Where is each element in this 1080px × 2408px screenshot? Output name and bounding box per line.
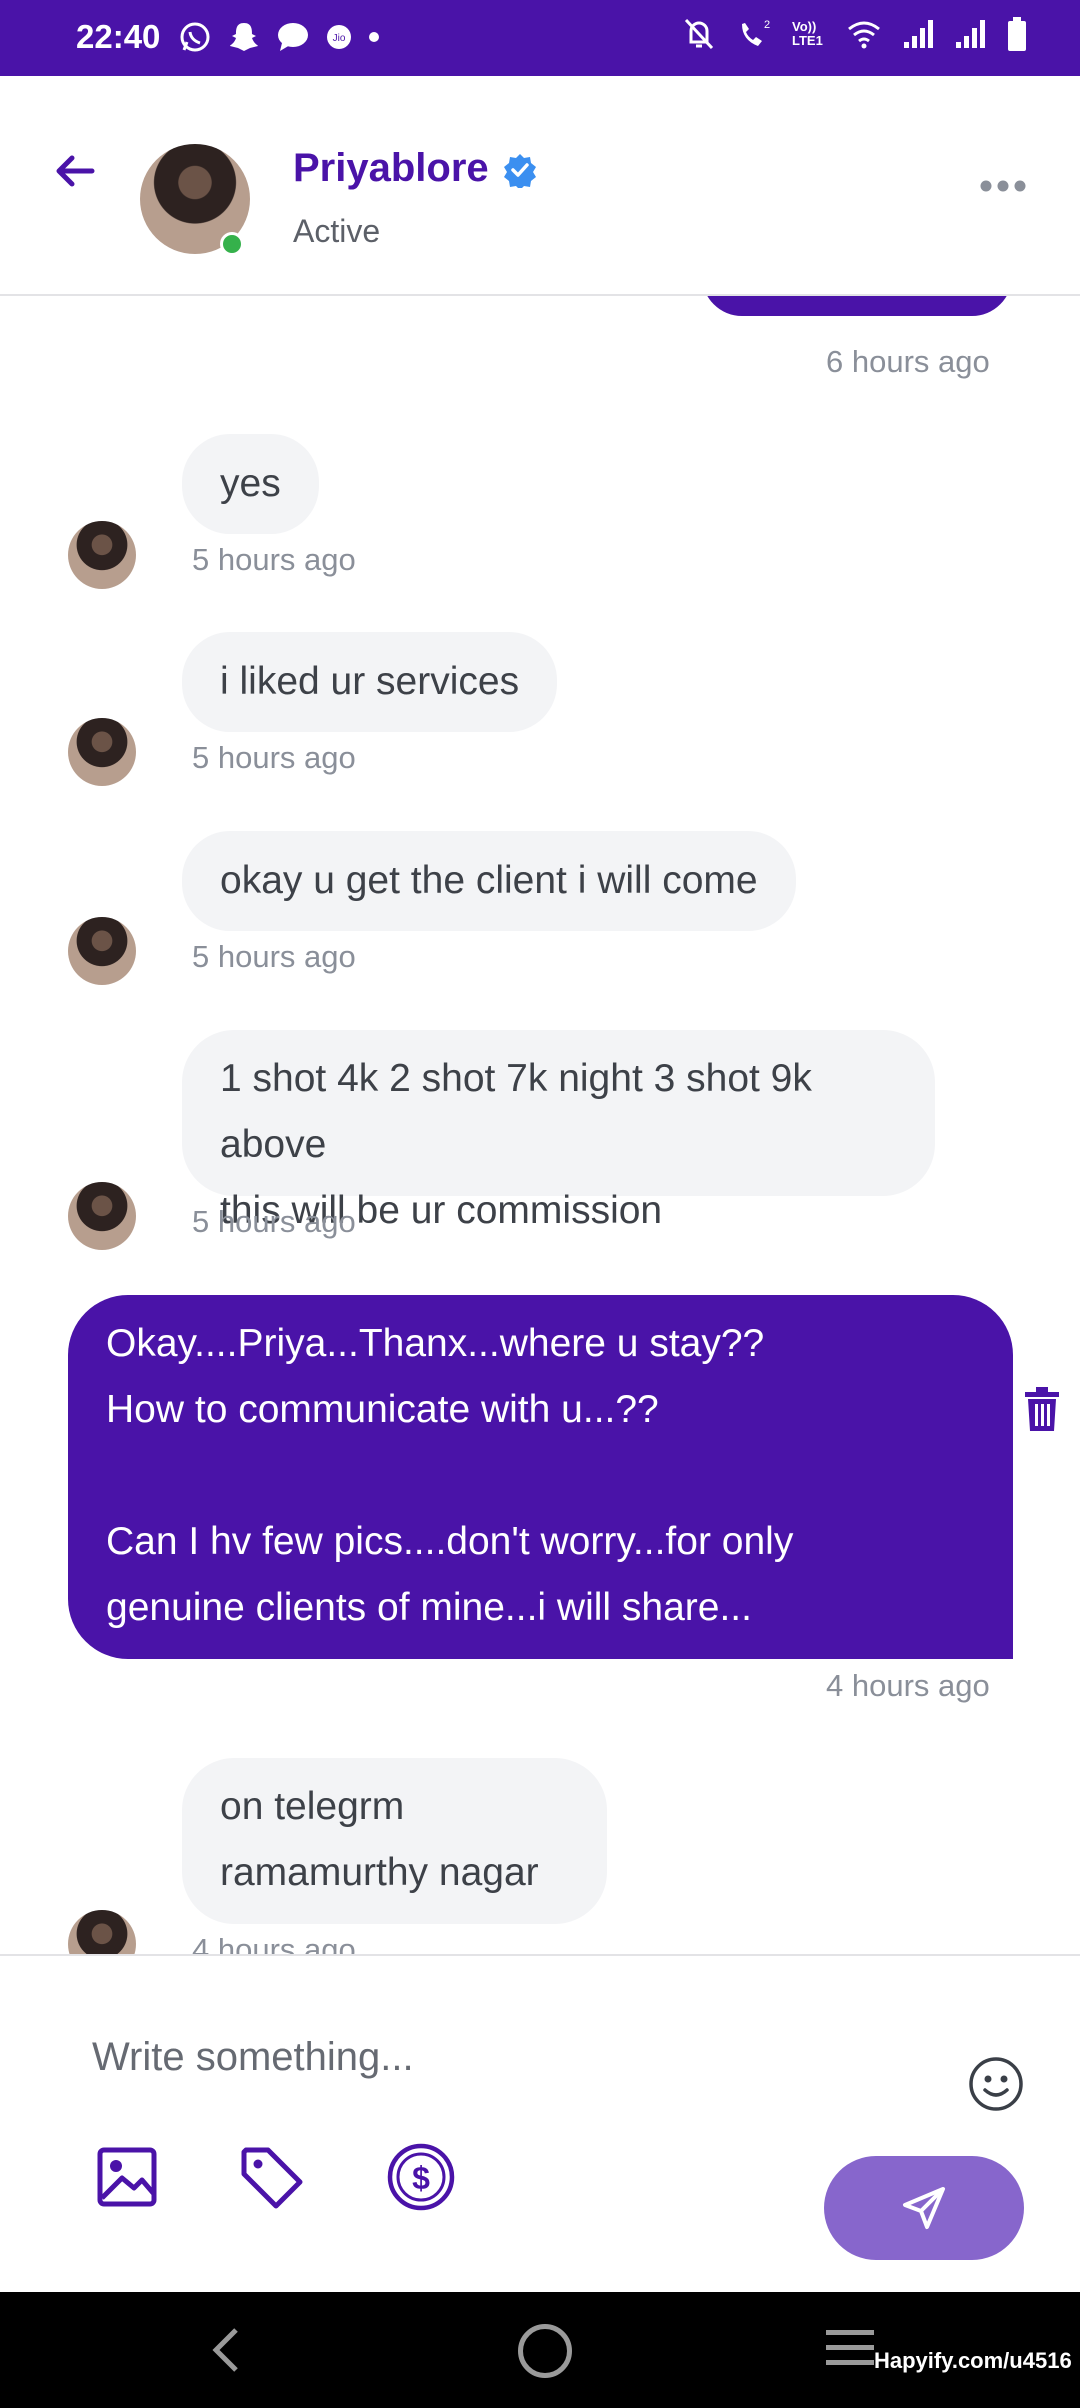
- nav-recents-icon[interactable]: [826, 2326, 876, 2370]
- nav-back-icon[interactable]: [206, 2326, 246, 2374]
- message-bubble-incoming[interactable]: yes: [182, 434, 319, 534]
- battery-icon: [1008, 17, 1026, 51]
- message-timestamp: 5 hours ago: [192, 1204, 356, 1239]
- jio-icon: Jio: [327, 25, 351, 49]
- nav-home-icon[interactable]: [518, 2324, 572, 2378]
- message-bubble-incoming[interactable]: okay u get the client i will come: [182, 831, 796, 931]
- message-list[interactable]: 6 hours ago yes 5 hours ago i liked ur s…: [0, 296, 1080, 1954]
- message-line: 1 shot 4k 2 shot 7k night 3 shot 9k abov…: [220, 1057, 812, 1166]
- back-arrow-icon[interactable]: [50, 146, 100, 196]
- image-icon[interactable]: [92, 2142, 162, 2212]
- status-time: 22:40: [76, 18, 161, 55]
- sender-avatar: [68, 521, 136, 589]
- signal-icon-1: [904, 20, 933, 48]
- message-line: Can I hv few pics....don't worry...for o…: [106, 1520, 794, 1563]
- volte-label: Vo)) LTE1: [792, 19, 823, 48]
- message-composer: $: [0, 1954, 1080, 2294]
- message-timestamp: 6 hours ago: [826, 344, 990, 379]
- mute-bell-icon: [684, 18, 714, 50]
- message-timestamp: 5 hours ago: [192, 740, 356, 775]
- send-button[interactable]: [824, 2156, 1024, 2260]
- tag-icon[interactable]: [236, 2142, 306, 2212]
- dollar-icon[interactable]: $: [386, 2142, 456, 2212]
- notification-icons: Jio: [178, 20, 380, 54]
- sender-avatar: [68, 917, 136, 985]
- message-bubble-incoming[interactable]: 1 shot 4k 2 shot 7k night 3 shot 9k abov…: [182, 1030, 935, 1232]
- message-bubble-outgoing[interactable]: [702, 296, 1012, 316]
- wifi-icon: [848, 21, 880, 49]
- watermark-text: Hapyify.com/u4516: [874, 2348, 1072, 2373]
- message-line: ramamurthy nagar: [220, 1851, 539, 1894]
- sender-avatar: [68, 1182, 136, 1250]
- chat-header: Priyablore Active: [0, 76, 1080, 296]
- message-bubble-outgoing[interactable]: Okay....Priya...Thanx...where u stay?? H…: [68, 1295, 1013, 1659]
- message-line: How to communicate with u...??: [106, 1388, 659, 1431]
- message-line: on telegrm: [220, 1785, 405, 1828]
- svg-text:2: 2: [764, 19, 770, 31]
- message-timestamp: 4 hours ago: [192, 1932, 356, 1954]
- message-line: Okay....Priya...Thanx...where u stay??: [106, 1322, 765, 1365]
- emoji-icon[interactable]: [968, 2056, 1024, 2112]
- signal-icon-2: [956, 20, 985, 48]
- message-bubble-incoming[interactable]: i liked ur services: [182, 632, 558, 732]
- sender-avatar: [68, 718, 136, 786]
- more-options-icon[interactable]: [978, 174, 1028, 198]
- contact-name[interactable]: Priyablore: [293, 146, 489, 191]
- whatsapp-icon: [180, 22, 210, 52]
- message-timestamp: 5 hours ago: [192, 542, 356, 577]
- message-icon: [278, 23, 308, 51]
- svg-text:$: $: [412, 2160, 430, 2196]
- snapchat-icon: [230, 23, 258, 51]
- trash-icon[interactable]: [1022, 1386, 1062, 1432]
- message-bubble-incoming[interactable]: on telegrm ramamurthy nagar: [182, 1758, 607, 1924]
- message-input[interactable]: [90, 2026, 914, 2088]
- system-icons: 2 Vo)) LTE1: [682, 16, 1028, 52]
- message-timestamp: 5 hours ago: [192, 939, 356, 974]
- message-timestamp: 4 hours ago: [826, 1668, 990, 1703]
- contact-status: Active: [293, 213, 381, 249]
- wifi-call-icon: 2: [742, 19, 770, 46]
- system-nav-bar: Hapyify.com/u4516: [0, 2292, 1080, 2408]
- status-bar: 22:40 Jio 2 Vo)) LTE1: [0, 0, 1080, 76]
- message-line: genuine clients of mine...i will share..…: [106, 1586, 752, 1629]
- message-line: [106, 1443, 975, 1509]
- dot-icon: [369, 32, 379, 42]
- send-icon: [903, 2187, 945, 2229]
- online-indicator: [220, 232, 244, 256]
- svg-text:Jio: Jio: [333, 33, 346, 44]
- verified-badge-icon: [504, 154, 536, 188]
- sender-avatar: [68, 1910, 136, 1954]
